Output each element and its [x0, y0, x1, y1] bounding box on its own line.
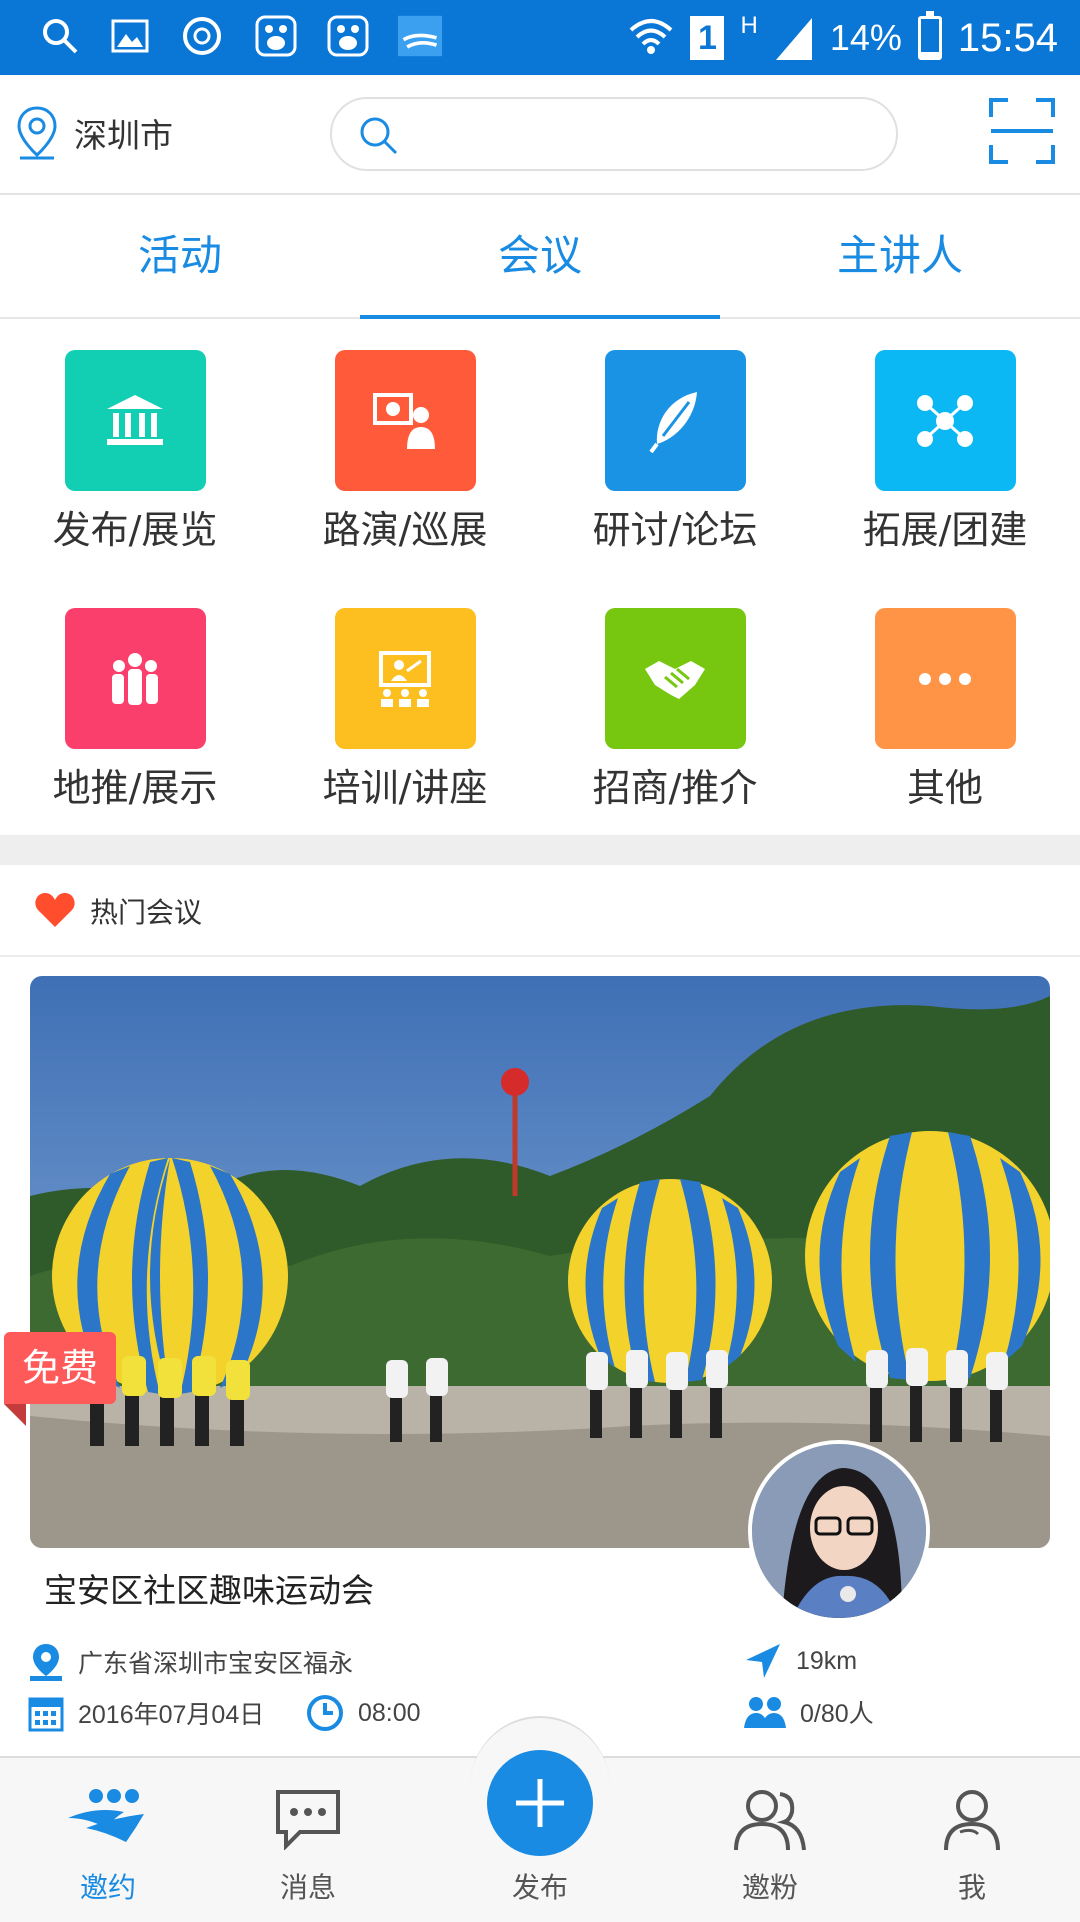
people-icon	[744, 1697, 786, 1728]
location-pin-icon	[17, 106, 57, 160]
category-label: 地推/展示	[52, 766, 218, 810]
event-distance: 19km	[744, 1642, 857, 1680]
status-right: 1 H 14% 15:54	[628, 8, 1058, 68]
tab-meeting[interactable]: 会议	[360, 195, 720, 319]
category-seminar[interactable]: 研讨/论坛	[540, 350, 810, 554]
nav-fans[interactable]: 邀粉	[690, 1758, 850, 1922]
sync-notification-icon	[180, 14, 224, 58]
clock: 15:54	[957, 15, 1058, 60]
message-icon	[276, 1790, 340, 1850]
category-label: 发布/展览	[52, 508, 218, 552]
tab-activity[interactable]: 活动	[0, 195, 360, 317]
sim-icon: 1	[690, 16, 725, 60]
network-type: H	[740, 12, 758, 39]
person-icon	[944, 1790, 1000, 1851]
scan-button[interactable]	[988, 97, 1056, 165]
nav-messages[interactable]: 消息	[228, 1758, 388, 1922]
publish-button[interactable]	[487, 1750, 593, 1856]
wifi-icon	[630, 19, 673, 54]
search-input[interactable]	[412, 109, 876, 161]
category-grid: 发布/展览 路演/巡展 研讨/论坛 拓展/团建 地推/展示 培训/讲座 招商/推…	[0, 320, 1080, 835]
top-header: 深圳市	[0, 75, 1080, 195]
nav-invite[interactable]: 邀约	[28, 1758, 188, 1922]
date-text: 2016年07月04日	[78, 1701, 265, 1729]
museum-icon	[64, 350, 206, 491]
baidu-notification-icon-2	[326, 14, 370, 58]
category-training[interactable]: 培训/讲座	[270, 608, 540, 812]
category-investment[interactable]: 招商/推介	[540, 608, 810, 812]
battery-icon	[917, 11, 942, 60]
invite-logo-icon	[68, 1789, 144, 1842]
tab-speaker[interactable]: 主讲人	[720, 195, 1080, 317]
category-team-building[interactable]: 拓展/团建	[810, 350, 1080, 554]
signal-icon	[775, 18, 812, 60]
nav-label: 我	[957, 1871, 986, 1904]
network-icon	[874, 350, 1016, 491]
category-label: 拓展/团建	[862, 508, 1028, 552]
event-address: 广东省深圳市宝安区福永	[28, 1642, 353, 1682]
presenter-icon	[334, 350, 476, 491]
address-text: 广东省深圳市宝安区福永	[78, 1650, 354, 1678]
plus-icon	[516, 1779, 564, 1827]
battery-percent: 14%	[829, 17, 902, 58]
category-promotion[interactable]: 地推/展示	[0, 608, 270, 812]
hot-meetings-header: 热门会议	[0, 865, 1080, 957]
category-launch-exhibition[interactable]: 发布/展览	[0, 350, 270, 554]
city-label: 深圳市	[74, 117, 173, 154]
gallery-notification-icon	[108, 14, 152, 58]
category-label: 研讨/论坛	[592, 508, 758, 552]
category-label: 路演/巡展	[322, 508, 488, 552]
free-badge: 免费	[4, 1332, 116, 1426]
category-label: 招商/推介	[592, 766, 758, 810]
search-icon	[360, 117, 398, 155]
event-title[interactable]: 宝安区社区趣味运动会	[44, 1564, 374, 1612]
navigation-arrow-icon	[746, 1644, 780, 1678]
more-icon	[874, 608, 1016, 749]
nav-label: 消息	[279, 1871, 336, 1904]
category-other[interactable]: 其他	[810, 608, 1080, 812]
category-roadshow[interactable]: 路演/巡展	[270, 350, 540, 554]
organizer-avatar[interactable]	[748, 1440, 930, 1622]
category-label: 其他	[906, 766, 983, 810]
nav-label: 发布	[511, 1871, 568, 1904]
app-notification-icon	[398, 14, 442, 58]
handshake-icon	[604, 608, 746, 749]
time-text: 08:00	[358, 1698, 421, 1727]
baidu-notification-icon	[254, 14, 298, 58]
section-title: 热门会议	[90, 896, 203, 929]
nav-me[interactable]: 我	[892, 1758, 1052, 1922]
calendar-icon	[28, 1697, 64, 1732]
nav-label: 邀粉	[741, 1871, 798, 1904]
event-time: 08:00	[306, 1694, 421, 1732]
event-date: 2016年07月04日	[28, 1694, 264, 1732]
category-tabs: 活动 会议 主讲人	[0, 195, 1080, 319]
people-group-icon	[734, 1790, 806, 1851]
heart-icon	[35, 893, 75, 927]
attendance-text: 0/80人	[800, 1700, 874, 1728]
distance-text: 19km	[796, 1646, 858, 1675]
location-pin-icon	[30, 1644, 62, 1681]
search-notification-icon	[38, 14, 82, 58]
feather-icon	[604, 350, 746, 491]
event-attendance: 0/80人	[744, 1694, 874, 1730]
scan-icon	[989, 98, 1055, 164]
category-label: 培训/讲座	[322, 766, 488, 810]
crowd-icon	[64, 608, 206, 749]
location-selector[interactable]: 深圳市	[14, 105, 173, 161]
status-bar: 1 H 14% 15:54	[0, 0, 1080, 75]
search-box[interactable]	[330, 97, 898, 171]
nav-label: 邀约	[79, 1871, 136, 1904]
lecture-icon	[334, 608, 476, 749]
clock-icon	[307, 1695, 343, 1731]
section-divider	[0, 835, 1080, 865]
avatar-image	[752, 1444, 926, 1618]
